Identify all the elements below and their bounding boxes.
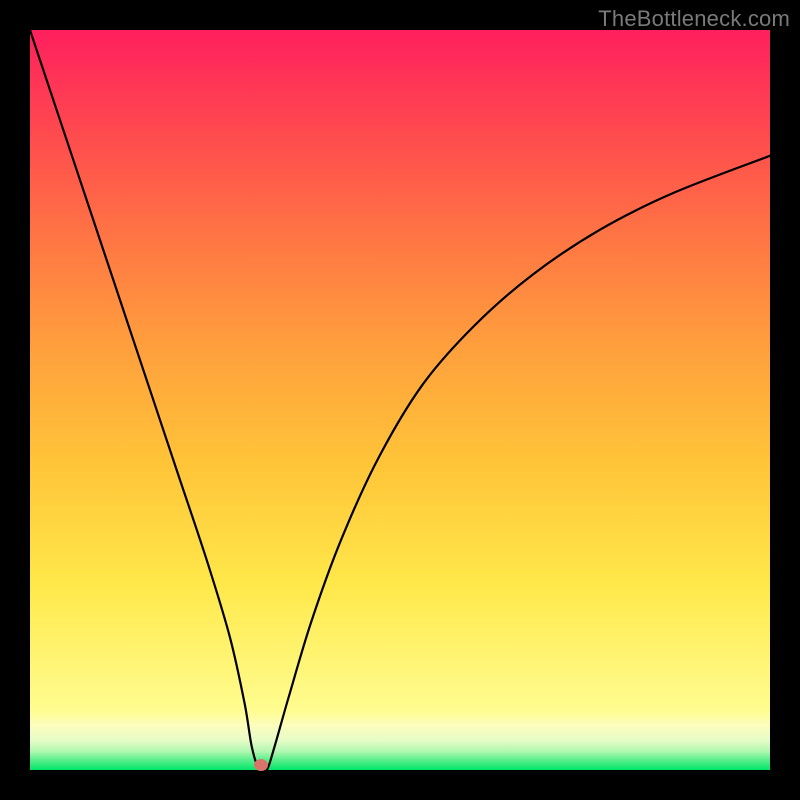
- curve-svg: [30, 30, 770, 770]
- min-point-marker: [254, 759, 268, 771]
- watermark-text: TheBottleneck.com: [598, 6, 790, 32]
- plot-area: [30, 30, 770, 770]
- chart-frame: TheBottleneck.com: [0, 0, 800, 800]
- bottleneck-curve: [30, 30, 770, 770]
